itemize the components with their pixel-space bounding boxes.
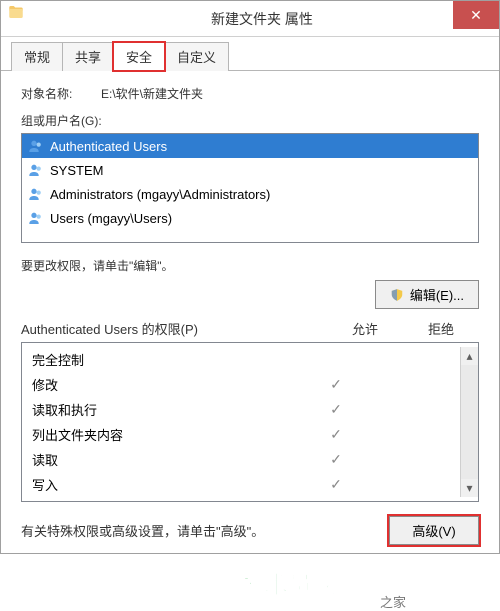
advanced-button[interactable]: 高级(V) — [389, 516, 479, 545]
permission-allow: ✓ — [298, 476, 374, 493]
edit-button[interactable]: 编辑(E)... — [375, 280, 479, 309]
list-item[interactable]: Administrators (mgayy\Administrators) — [22, 182, 478, 206]
permission-row: 完全控制 — [22, 347, 460, 372]
list-item-label: Administrators (mgayy\Administrators) — [50, 187, 270, 202]
tab-sharing[interactable]: 共享 — [62, 42, 114, 71]
tab-bar: 常规 共享 安全 自定义 — [1, 37, 499, 71]
permissions-header-name: Authenticated Users 的权限(P) — [21, 319, 327, 338]
tab-security[interactable]: 安全 — [113, 42, 165, 71]
groups-listbox[interactable]: Authenticated Users SYSTEM Administrator… — [21, 133, 479, 243]
advanced-hint: 有关特殊权限或高级设置，请单击"高级"。 — [21, 521, 381, 540]
permissions-header: Authenticated Users 的权限(P) 允许 拒绝 — [21, 319, 479, 338]
watermark-text: 技术员联盟 — [240, 565, 360, 600]
permissions-listbox: 完全控制修改✓读取和执行✓列出文件夹内容✓读取✓写入✓ ▴ ▾ — [21, 342, 479, 502]
users-icon — [28, 186, 44, 202]
permissions-rows: 完全控制修改✓读取和执行✓列出文件夹内容✓读取✓写入✓ — [22, 347, 460, 497]
permission-allow: ✓ — [298, 426, 374, 443]
edit-hint: 要更改权限，请单击"编辑"。 — [21, 257, 479, 274]
permission-allow: ✓ — [298, 451, 374, 468]
permission-row: 修改✓ — [22, 372, 460, 397]
scrollbar[interactable]: ▴ ▾ — [460, 347, 478, 497]
list-item[interactable]: Authenticated Users — [22, 134, 478, 158]
permission-row: 读取和执行✓ — [22, 397, 460, 422]
permission-row: 读取✓ — [22, 447, 460, 472]
edit-button-row: 编辑(E)... — [21, 280, 479, 309]
chevron-up-icon: ▴ — [466, 349, 472, 363]
users-icon — [28, 138, 44, 154]
permission-allow: ✓ — [298, 376, 374, 393]
list-item-label: SYSTEM — [50, 163, 103, 178]
close-icon: ✕ — [470, 7, 482, 24]
object-name-value: E:\软件\新建文件夹 — [101, 85, 203, 102]
list-item[interactable]: Users (mgayy\Users) — [22, 206, 478, 230]
permission-name: 完全控制 — [32, 350, 298, 369]
scroll-up-button[interactable]: ▴ — [461, 347, 478, 365]
content-area: 对象名称: E:\软件\新建文件夹 组或用户名(G): Authenticate… — [1, 71, 499, 553]
advanced-button-label: 高级(V) — [412, 521, 455, 540]
list-item-label: Authenticated Users — [50, 139, 167, 154]
window-title: 新建文件夹 属性 — [25, 9, 499, 29]
watermark-suffix: 之家 — [380, 592, 406, 611]
permissions-allow-header: 允许 — [327, 319, 403, 338]
titlebar: 新建文件夹 属性 ✕ — [1, 1, 499, 37]
edit-button-label: 编辑(E)... — [410, 285, 464, 304]
object-name-label: 对象名称: — [21, 85, 101, 102]
close-button[interactable]: ✕ — [453, 1, 499, 29]
chevron-down-icon: ▾ — [466, 481, 472, 495]
list-item[interactable]: SYSTEM — [22, 158, 478, 182]
permission-name: 读取和执行 — [32, 400, 298, 419]
groups-label: 组或用户名(G): — [21, 112, 479, 129]
permission-allow: ✓ — [298, 401, 374, 418]
object-name-row: 对象名称: E:\软件\新建文件夹 — [21, 85, 479, 102]
permission-name: 列出文件夹内容 — [32, 425, 298, 444]
permission-name: 修改 — [32, 375, 298, 394]
permission-row: 写入✓ — [22, 472, 460, 497]
list-item-label: Users (mgayy\Users) — [50, 211, 172, 226]
scroll-down-button[interactable]: ▾ — [461, 479, 478, 497]
users-icon — [28, 162, 44, 178]
folder-icon — [7, 3, 25, 21]
advanced-row: 有关特殊权限或高级设置，请单击"高级"。 高级(V) — [21, 516, 479, 545]
tab-customize[interactable]: 自定义 — [164, 42, 229, 71]
permission-name: 读取 — [32, 450, 298, 469]
properties-window: 新建文件夹 属性 ✕ 常规 共享 安全 自定义 对象名称: E:\软件\新建文件… — [0, 0, 500, 554]
tab-general[interactable]: 常规 — [11, 42, 63, 71]
permission-name: 写入 — [32, 475, 298, 494]
shield-icon — [390, 288, 404, 302]
users-icon — [28, 210, 44, 226]
permission-row: 列出文件夹内容✓ — [22, 422, 460, 447]
permissions-deny-header: 拒绝 — [403, 319, 479, 338]
